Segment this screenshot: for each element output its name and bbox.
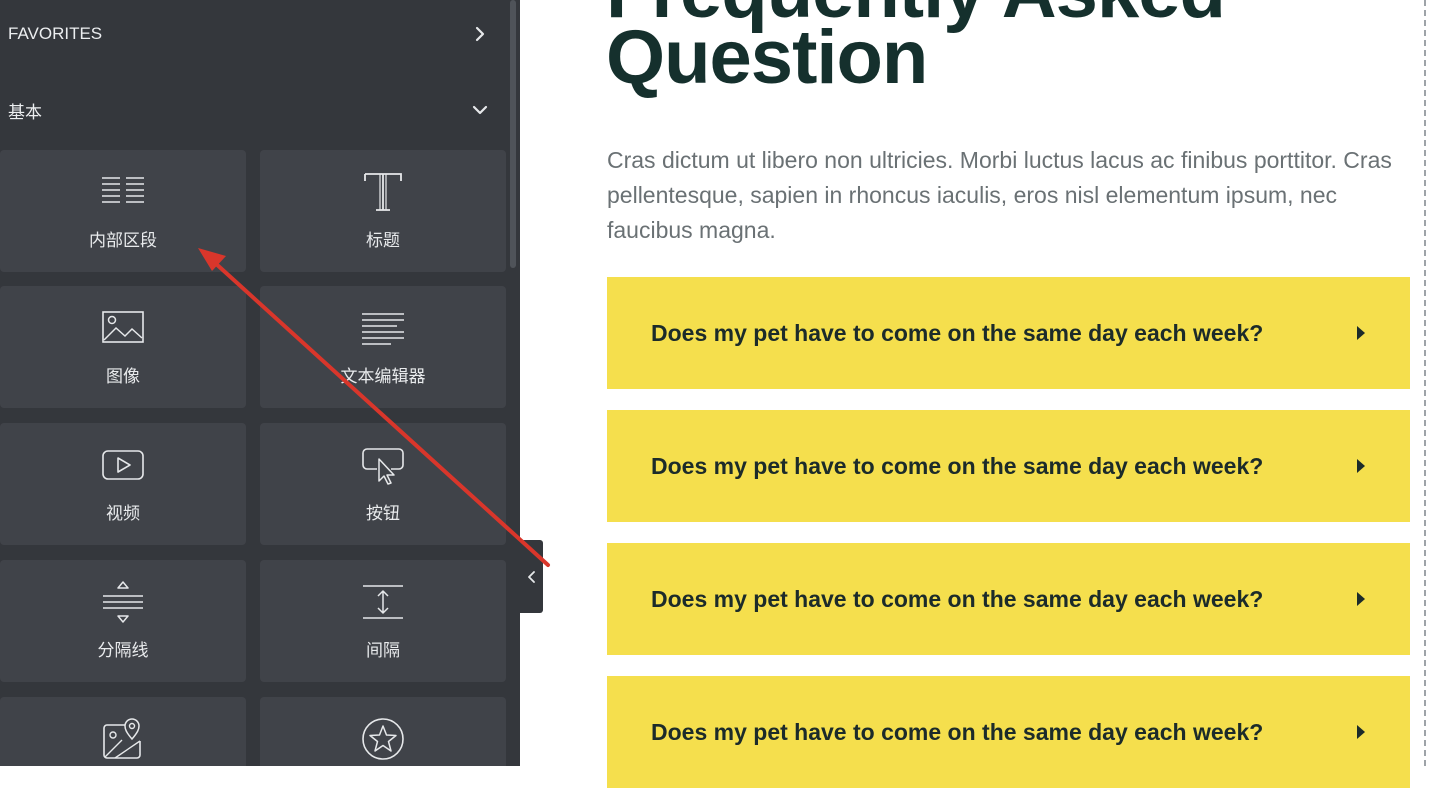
divider-icon — [101, 580, 145, 624]
favorites-section-header[interactable]: FAVORITES — [0, 4, 510, 64]
faq-question: Does my pet have to come on the same day… — [651, 452, 1264, 479]
video-icon — [101, 443, 145, 487]
chevron-down-icon — [472, 105, 488, 115]
widget-spacer[interactable]: 间隔 — [260, 560, 506, 682]
inner-section-icon — [101, 170, 145, 214]
section-boundary — [1424, 0, 1426, 766]
widget-google-maps[interactable] — [0, 697, 246, 766]
widget-label: 标题 — [366, 231, 400, 251]
google-maps-icon — [101, 717, 145, 761]
heading-icon — [361, 170, 405, 214]
faq-item[interactable]: Does my pet have to come on the same day… — [607, 277, 1410, 389]
widget-label: 间隔 — [366, 641, 400, 661]
faq-item[interactable]: Does my pet have to come on the same day… — [607, 410, 1410, 522]
widget-label: 分隔线 — [97, 641, 149, 661]
collapse-panel-button[interactable] — [520, 540, 543, 613]
faq-item[interactable]: Does my pet have to come on the same day… — [607, 676, 1410, 788]
page-heading: Question — [606, 15, 928, 100]
star-icon — [361, 717, 405, 761]
basic-label: 基本 — [8, 102, 42, 122]
caret-right-icon — [1357, 459, 1365, 473]
widget-button[interactable]: 按钮 — [260, 423, 506, 545]
faq-item[interactable]: Does my pet have to come on the same day… — [607, 543, 1410, 655]
widget-video[interactable]: 视频 — [0, 423, 246, 545]
caret-right-icon — [1357, 326, 1365, 340]
basic-section-header[interactable]: 基本 — [0, 80, 510, 140]
widget-panel: FAVORITES 基本 内部区段 标题 图像 文本编辑器 视频 按钮 分隔线 … — [0, 0, 520, 766]
widget-label: 视频 — [106, 504, 140, 524]
widget-label: 图像 — [106, 367, 140, 387]
widget-heading[interactable]: 标题 — [260, 150, 506, 272]
spacer-icon — [361, 580, 405, 624]
page-canvas: Frequently Asked Question Cras dictum ut… — [520, 0, 1440, 788]
faq-question: Does my pet have to come on the same day… — [651, 585, 1264, 612]
text-editor-icon — [361, 306, 405, 350]
widget-label: 按钮 — [366, 504, 400, 524]
widget-icon[interactable] — [260, 697, 506, 766]
chevron-right-icon — [475, 26, 485, 42]
faq-question: Does my pet have to come on the same day… — [651, 718, 1264, 745]
button-icon — [361, 443, 405, 487]
widget-label: 内部区段 — [89, 231, 157, 251]
widget-inner-section[interactable]: 内部区段 — [0, 150, 246, 272]
intro-paragraph: Cras dictum ut libero non ultricies. Mor… — [607, 147, 1392, 243]
image-icon — [101, 306, 145, 350]
caret-right-icon — [1357, 725, 1365, 739]
caret-right-icon — [1357, 592, 1365, 606]
widget-image[interactable]: 图像 — [0, 286, 246, 408]
widget-text-editor[interactable]: 文本编辑器 — [260, 286, 506, 408]
panel-scrollbar[interactable] — [510, 0, 516, 268]
chevron-left-icon — [527, 570, 535, 583]
favorites-label: FAVORITES — [8, 24, 103, 43]
widget-label: 文本编辑器 — [340, 367, 426, 387]
widget-divider[interactable]: 分隔线 — [0, 560, 246, 682]
faq-question: Does my pet have to come on the same day… — [651, 319, 1264, 346]
